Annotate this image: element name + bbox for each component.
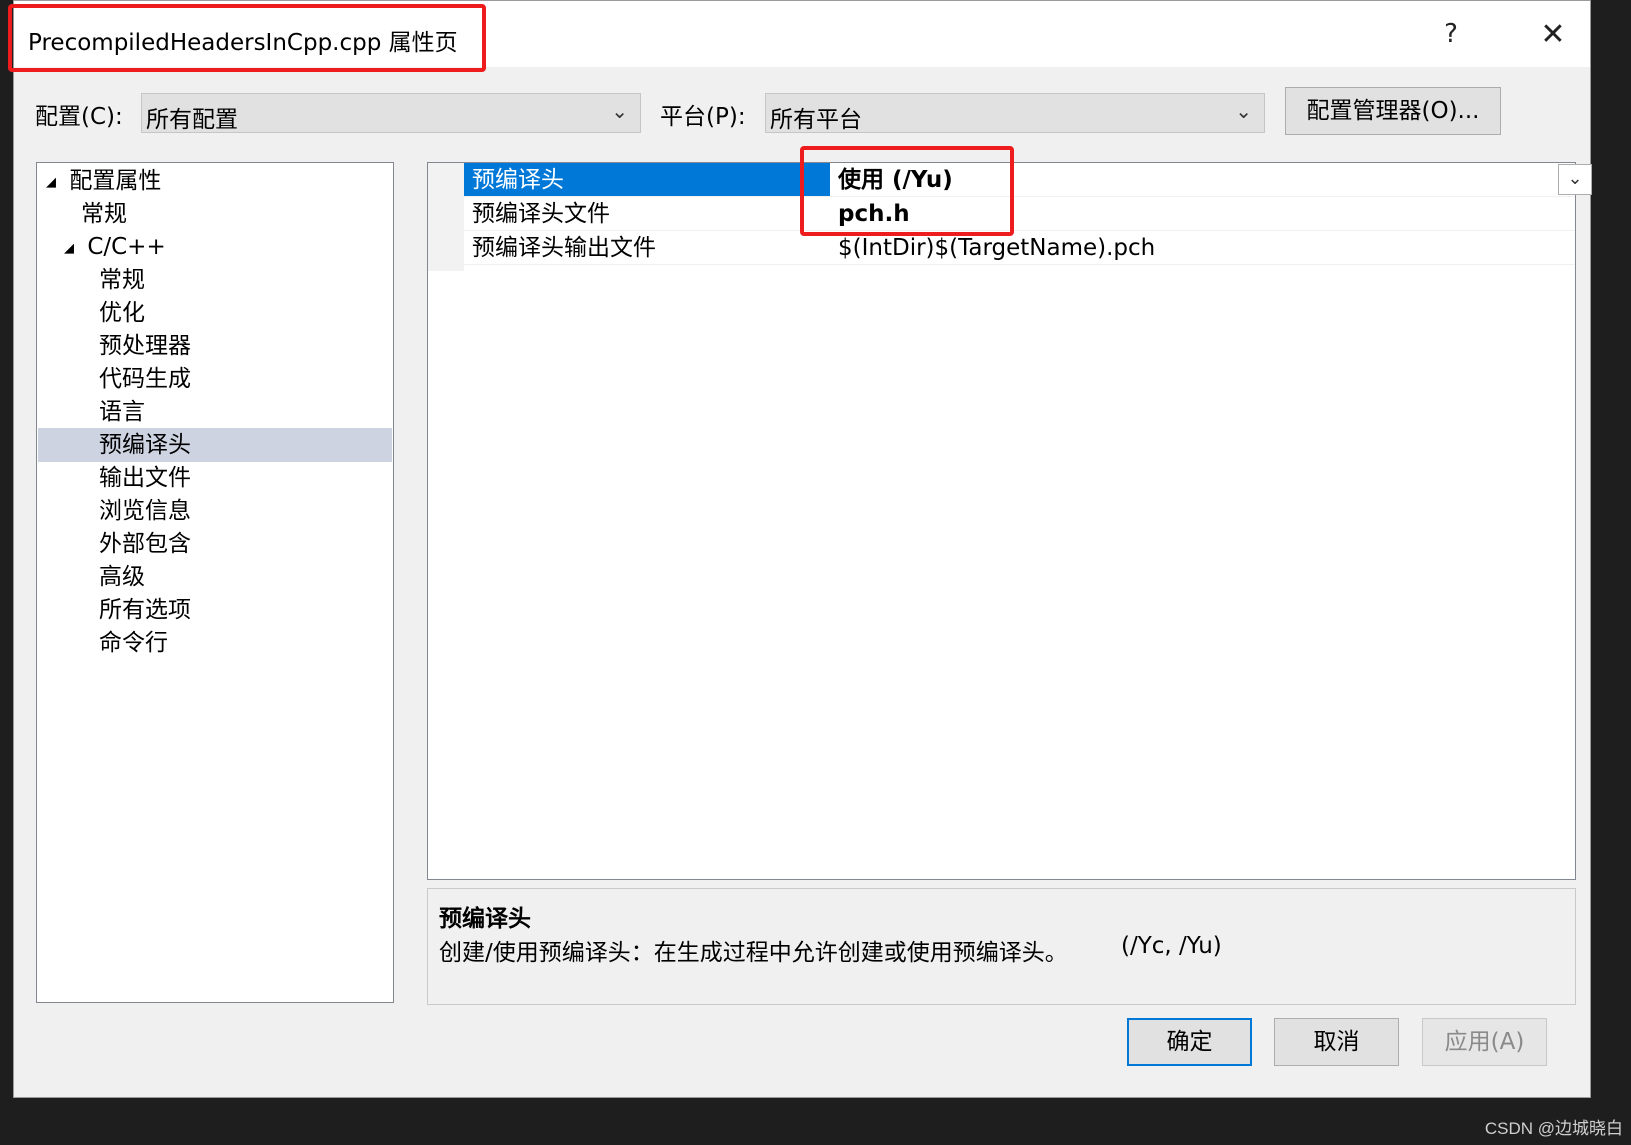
tree-item-label: 配置属性 [69,168,162,194]
configuration-manager-button[interactable]: 配置管理器(O)... [1285,87,1501,135]
tree-item-label: 命令行 [99,630,168,656]
property-row[interactable]: 预编译头文件 pch.h [464,197,1575,231]
property-value[interactable]: pch.h [834,197,910,231]
tree-item-label: 常规 [81,201,127,227]
tree-item-label: 预处理器 [99,333,191,359]
configuration-select[interactable]: 所有配置 ⌄ [141,93,641,133]
tree-item-cpp[interactable]: ◢ C/C++ [38,230,392,264]
tree-item-label: 浏览信息 [99,498,191,524]
description-panel: 预编译头 创建/使用预编译头：在生成过程中允许创建或使用预编译头。 (/Yc, … [427,888,1576,1005]
property-row[interactable]: 预编译头输出文件 $(IntDir)$(TargetName).pch [464,231,1575,265]
dialog-titlebar: PrecompiledHeadersInCpp.cpp 属性页 ? ✕ [14,1,1590,67]
cancel-button[interactable]: 取消 [1274,1018,1399,1066]
tree-item-language[interactable]: 语言 [38,395,392,429]
tree-item-all-options[interactable]: 所有选项 [38,593,392,627]
configuration-value: 所有配置 [146,107,238,133]
description-title: 预编译头 [439,906,531,932]
property-row[interactable]: 预编译头 使用 (/Yu) ⌄ [464,163,1592,197]
tree-item-external-includes[interactable]: 外部包含 [38,527,392,561]
property-name[interactable]: 预编译头输出文件 [464,231,830,264]
configuration-label: 配置(C): [35,104,123,130]
chevron-down-icon: ⌄ [611,99,628,123]
chevron-down-icon: ⌄ [1567,168,1583,189]
tree-item-preprocessor[interactable]: 预处理器 [38,329,392,363]
tree-item-advanced[interactable]: 高级 [38,560,392,594]
tree-item-cpp-general[interactable]: 常规 [38,263,392,297]
property-value[interactable]: $(IntDir)$(TargetName).pch [834,231,1155,265]
property-value[interactable]: 使用 (/Yu) [834,163,953,197]
tree-item-label: 优化 [99,300,145,326]
tree-item-label: 常规 [99,267,145,293]
property-grid: 预编译头 使用 (/Yu) ⌄ 预编译头文件 pch.h 预编译头输出文件 $(… [427,162,1592,880]
tree-item-label: 高级 [99,564,145,590]
grid-gutter [428,163,464,271]
tree-item-configuration-properties[interactable]: ◢ 配置属性 [38,164,392,198]
tree-item-label: 语言 [99,399,145,425]
property-name[interactable]: 预编译头 [464,163,830,196]
tree-item-label: 所有选项 [99,597,191,623]
property-pages-dialog: PrecompiledHeadersInCpp.cpp 属性页 ? ✕ 配置(C… [13,0,1592,1098]
expanded-arrow-icon[interactable]: ◢ [64,232,80,266]
tree-item-label: C/C++ [87,234,166,260]
watermark: CSDN @边城晓白 [1484,1119,1623,1138]
chevron-down-icon: ⌄ [1235,99,1252,123]
value-dropdown-button[interactable]: ⌄ [1558,164,1592,195]
ok-button[interactable]: 确定 [1127,1018,1252,1066]
tree-item-general[interactable]: 常规 [38,197,392,231]
tree-item-precompiled-headers[interactable]: 预编译头 [38,428,392,462]
help-button[interactable]: ? [1427,19,1475,49]
tree-item-label: 输出文件 [99,465,191,491]
expanded-arrow-icon[interactable]: ◢ [46,166,62,200]
tree-item-label: 外部包含 [99,531,191,557]
description-flags: (/Yc, /Yu) [1121,933,1222,959]
tree-item-command-line[interactable]: 命令行 [38,626,392,660]
property-tree: ◢ 配置属性 常规 ◢ C/C++ 常规 优化 预处理器 代码生成 语言 预编译… [36,162,394,1003]
apply-button[interactable]: 应用(A) [1422,1018,1547,1066]
dialog-title: PrecompiledHeadersInCpp.cpp 属性页 [28,30,458,56]
platform-value: 所有平台 [770,107,862,133]
tree-item-label: 预编译头 [99,432,191,458]
tree-item-output-files[interactable]: 输出文件 [38,461,392,495]
tree-item-browse-information[interactable]: 浏览信息 [38,494,392,528]
platform-select[interactable]: 所有平台 ⌄ [765,93,1265,133]
tree-item-optimization[interactable]: 优化 [38,296,392,330]
tree-item-label: 代码生成 [99,366,191,392]
property-name[interactable]: 预编译头文件 [464,197,830,230]
close-button[interactable]: ✕ [1529,17,1577,52]
tree-item-code-generation[interactable]: 代码生成 [38,362,392,396]
platform-label: 平台(P): [660,104,746,130]
description-text: 创建/使用预编译头：在生成过程中允许创建或使用预编译头。 [439,940,1068,966]
